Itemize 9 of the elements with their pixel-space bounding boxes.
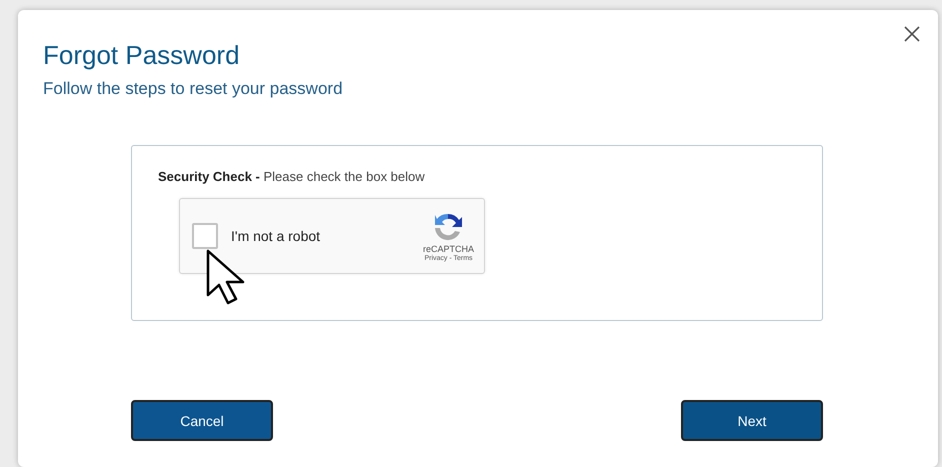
next-button[interactable]: Next xyxy=(681,400,823,441)
checkbox[interactable] xyxy=(192,223,218,249)
cancel-button[interactable]: Cancel xyxy=(131,400,273,441)
checkbox-label: I'm not a robot xyxy=(231,228,322,244)
dialog-subtitle: Follow the steps to reset your password xyxy=(43,79,344,99)
dialog-title: Forgot Password xyxy=(43,40,241,71)
recaptcha-brand: reCAPTCHA xyxy=(422,244,474,254)
close-icon[interactable] xyxy=(904,26,920,42)
security-check-instruction: Security Check - Please check the box below xyxy=(158,169,426,184)
